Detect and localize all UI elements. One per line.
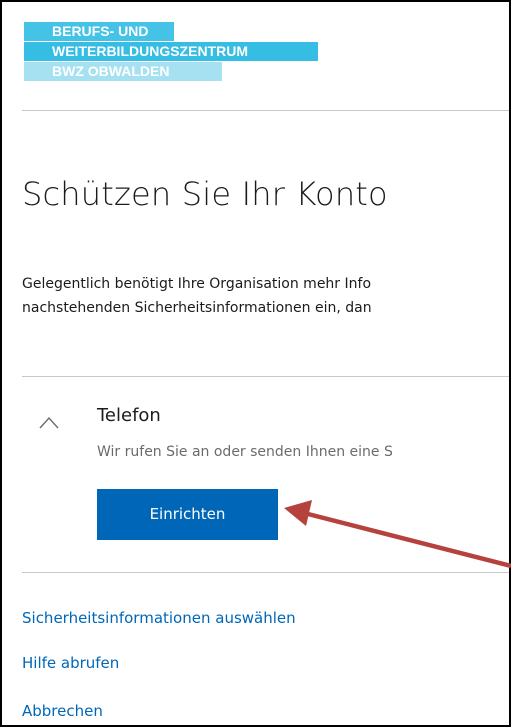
page-description: Gelegentlich benötigt Ihre Organisation … (22, 272, 509, 320)
choose-security-info-link[interactable]: Sicherheitsinformationen auswählen (22, 607, 296, 629)
screenshot-frame: BERUFS- UND WEITERBILDUNGSZENTRUM BWZ OB… (0, 0, 511, 727)
logo-line-1: BERUFS- UND (24, 22, 174, 41)
section-divider-top (22, 376, 509, 377)
section-divider-bottom (22, 572, 509, 573)
description-line-1: Gelegentlich benötigt Ihre Organisation … (22, 276, 372, 292)
header-divider (22, 110, 509, 111)
organization-logo: BERUFS- UND WEITERBILDUNGSZENTRUM BWZ OB… (24, 22, 318, 82)
method-description: Wir rufen Sie an oder senden Ihnen eine … (97, 444, 393, 460)
setup-button[interactable]: Einrichten (97, 489, 278, 540)
cancel-link[interactable]: Abbrechen (22, 700, 103, 722)
get-help-link[interactable]: Hilfe abrufen (22, 652, 119, 674)
logo-line-2: WEITERBILDUNGSZENTRUM (24, 42, 318, 61)
logo-line-3: BWZ OBWALDEN (24, 62, 222, 81)
description-line-2: nachstehenden Sicherheitsinformationen e… (22, 300, 372, 316)
method-title: Telefon (97, 405, 161, 426)
page-title: Schützen Sie Ihr Konto (22, 175, 388, 213)
chevron-up-icon[interactable] (39, 415, 59, 429)
